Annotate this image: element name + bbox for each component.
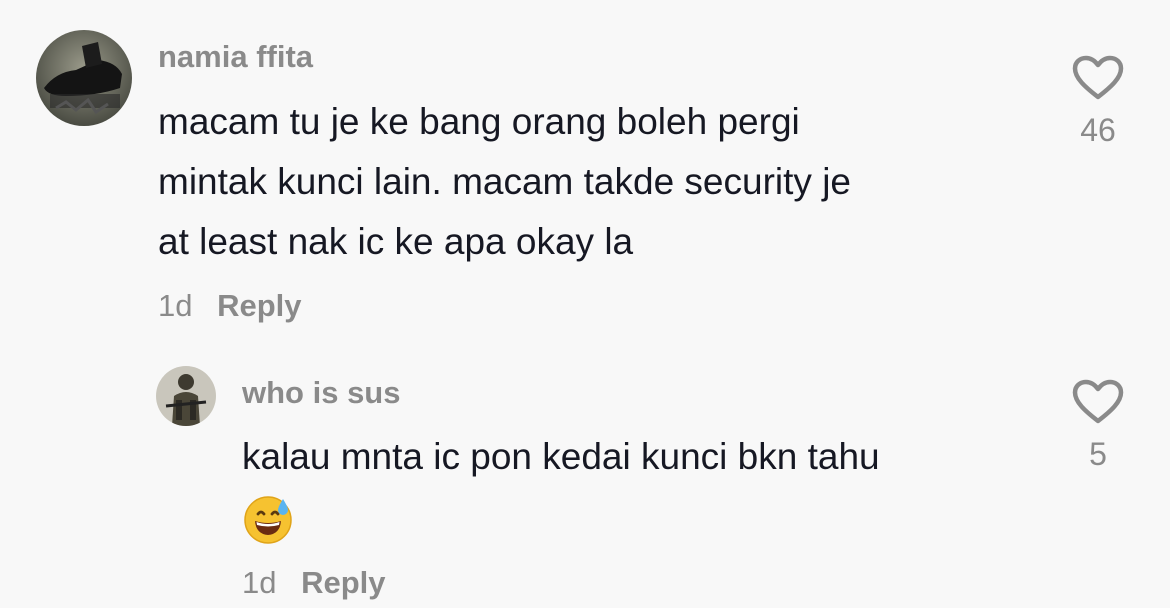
like-control: 5 <box>1058 378 1138 473</box>
comment-timestamp: 1d <box>158 288 193 323</box>
avatar[interactable] <box>156 366 216 426</box>
grinning-face-with-sweat-emoji <box>244 496 292 544</box>
reply-button[interactable]: Reply <box>217 288 301 323</box>
heart-icon[interactable] <box>1071 378 1125 426</box>
comment-text: macam tu je ke bang orang boleh pergi mi… <box>158 92 851 272</box>
avatar[interactable] <box>36 30 132 126</box>
comment-text-line: at least nak ic ke apa okay la <box>158 221 634 262</box>
comment-meta: 1d Reply <box>242 565 386 601</box>
comment-username[interactable]: namia ffita <box>158 39 313 75</box>
comment-text-line <box>242 487 880 547</box>
comment-meta: 1d Reply <box>158 288 302 324</box>
like-count: 46 <box>1080 112 1116 148</box>
comment-text-line: macam tu je ke bang orang boleh pergi <box>158 101 800 142</box>
comment-text-line: kalau mnta ic pon kedai kunci bkn tahu <box>242 436 880 477</box>
heart-icon[interactable] <box>1071 54 1125 102</box>
like-control: 46 <box>1058 54 1138 149</box>
comment-text-line: mintak kunci lain. macam takde security … <box>158 161 851 202</box>
comment-text: kalau mnta ic pon kedai kunci bkn tahu <box>242 427 880 547</box>
reply-button[interactable]: Reply <box>301 565 385 600</box>
comment-username[interactable]: who is sus <box>242 375 400 411</box>
comment-timestamp: 1d <box>242 565 277 600</box>
like-count: 5 <box>1089 436 1107 472</box>
